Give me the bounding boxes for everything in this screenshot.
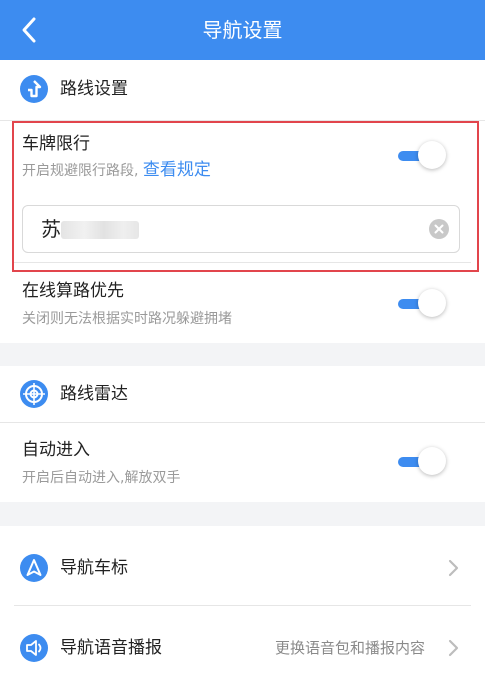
highlight-frame [12, 121, 479, 272]
nav-item-value: 更换语音包和播报内容 [274, 639, 425, 657]
top-bar: 导航设置 [0, 0, 485, 60]
nav-item-voice-broadcast[interactable]: 导航语音播报 更换语音包和播报内容 [0, 610, 485, 686]
row-divider [14, 605, 471, 606]
nav-item-label: 导航车标 [60, 558, 128, 578]
nav-item-vehicle-marker[interactable]: 导航车标 [0, 530, 485, 606]
auto-enter-title: 自动进入 [22, 440, 90, 460]
chevron-right-icon [447, 558, 461, 578]
route-radar-header: 路线雷达 [0, 366, 485, 424]
online-routing-title: 在线算路优先 [22, 281, 124, 301]
section-title-route-radar: 路线雷达 [60, 384, 128, 404]
auto-enter-toggle[interactable] [396, 445, 452, 479]
route-turn-icon [20, 75, 48, 103]
auto-enter-subtitle: 开启后自动进入,解放双手 [22, 470, 181, 486]
navigation-items-card: 导航车标 导航语音播报 更换语音包和播报内容 [0, 526, 485, 698]
section-divider [0, 422, 485, 423]
nav-item-label: 导航语音播报 [60, 638, 162, 658]
toggle-knob [418, 447, 446, 475]
speaker-icon [20, 634, 48, 662]
chevron-right-icon [447, 638, 461, 658]
route-radar-card: 路线雷达 自动进入 开启后自动进入,解放双手 [0, 366, 485, 502]
navigation-arrow-icon [20, 554, 48, 582]
online-routing-toggle[interactable] [396, 287, 452, 321]
page-title: 导航设置 [202, 18, 283, 42]
radar-icon [20, 380, 48, 408]
route-settings-header: 路线设置 [0, 60, 485, 118]
online-routing-subtitle: 关闭则无法根据实时路况躲避拥堵 [22, 311, 232, 327]
toggle-knob [418, 289, 446, 317]
section-title-route-settings: 路线设置 [60, 79, 128, 99]
